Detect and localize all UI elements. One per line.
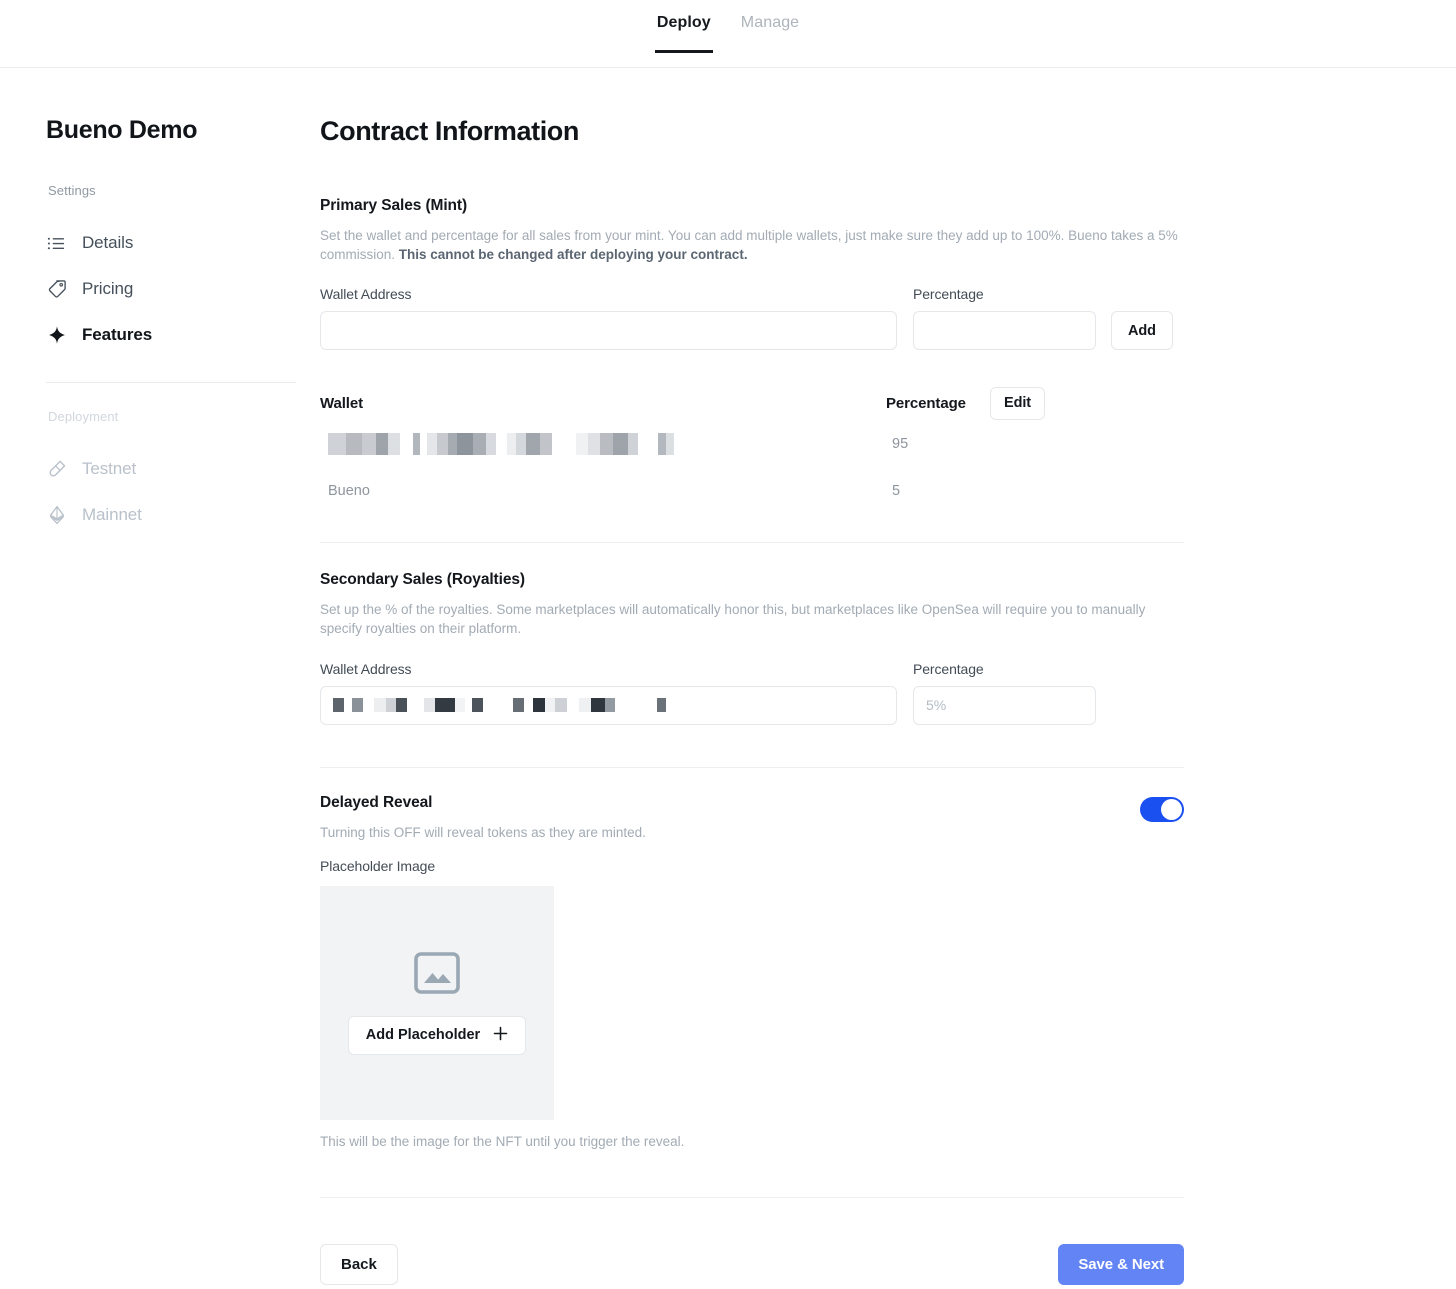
plus-icon	[493, 1026, 508, 1045]
secondary-wallet-input[interactable]	[320, 685, 897, 725]
redaction-blocks	[328, 432, 886, 455]
edit-wallets-button[interactable]: Edit	[990, 386, 1045, 420]
primary-sales-title: Primary Sales (Mint)	[320, 197, 468, 214]
primary-sales-description: Set the wallet and percentage for all sa…	[320, 227, 1184, 264]
table-row-percentage: 5	[892, 482, 901, 499]
secondary-sales-section: Secondary Sales (Royalties) Set up the %…	[320, 571, 1184, 768]
save-and-next-button[interactable]: Save & Next	[1058, 1244, 1184, 1286]
secondary-wallet-label: Wallet Address	[320, 660, 412, 677]
sidebar-group-settings-label: Settings	[48, 183, 96, 198]
add-placeholder-label: Add Placeholder	[365, 1027, 481, 1044]
tab-manage-label: Manage	[740, 13, 800, 31]
tag-icon	[46, 279, 67, 300]
secondary-sales-title: Secondary Sales (Royalties)	[320, 571, 525, 589]
project-title: Bueno Demo	[46, 116, 198, 144]
main-content: Contract Information Primary Sales (Mint…	[320, 116, 1456, 1286]
primary-sales-section: Primary Sales (Mint) Set the wallet and …	[320, 197, 1184, 544]
placeholder-image-caption: This will be the image for the NFT until…	[320, 1134, 685, 1150]
sidebar-item-features-label: Features	[82, 325, 153, 344]
add-wallet-button[interactable]: Add	[1111, 311, 1173, 351]
sidebar-item-testnet-label: Testnet	[82, 459, 137, 478]
sidebar-item-details-label: Details	[82, 233, 134, 252]
page-title: Contract Information	[320, 116, 579, 146]
sidebar-group-deployment-label: Deployment	[48, 409, 119, 424]
sparkle-icon	[46, 325, 67, 346]
toggle-knob	[1161, 798, 1182, 820]
secondary-sales-description: Set up the % of the royalties. Some mark…	[320, 602, 1146, 636]
wallet-table-header: Wallet Percentage Edit	[320, 386, 1184, 420]
section-divider	[320, 766, 1184, 768]
wallet-table: Wallet Percentage Edit 95 Bueno 5	[320, 386, 1184, 514]
primary-percentage-label: Percentage	[913, 286, 984, 303]
delayed-reveal-description: Turning this OFF will reveal tokens as t…	[320, 824, 646, 840]
delayed-reveal-section: Delayed Reveal Turning this OFF will rev…	[320, 794, 1184, 1199]
table-row: Bueno 5	[320, 467, 1184, 514]
ethereum-icon	[46, 505, 67, 526]
primary-wallet-input[interactable]	[320, 311, 897, 351]
primary-sales-input-row: Wallet Address Percentage Add	[320, 286, 1184, 351]
sidebar-item-mainnet-label: Mainnet	[82, 505, 142, 524]
primary-sales-description-warning: This cannot be changed after deploying y…	[398, 246, 748, 262]
sidebar: Bueno Demo Settings Details Pricing Feat…	[0, 116, 320, 1285]
sidebar-divider	[46, 382, 296, 383]
secondary-percentage-label: Percentage	[913, 660, 984, 677]
sidebar-item-testnet[interactable]: Testnet	[46, 446, 320, 492]
form-footer: Back Save & Next	[320, 1244, 1184, 1286]
list-icon	[46, 233, 67, 254]
redaction-blocks	[333, 698, 666, 712]
sidebar-item-pricing[interactable]: Pricing	[46, 266, 320, 312]
wallet-address-redacted	[328, 432, 886, 455]
table-row-wallet: Bueno	[328, 482, 370, 499]
tab-manage[interactable]: Manage	[739, 13, 801, 53]
secondary-sales-input-row: Wallet Address Percentage 5%	[320, 661, 1184, 725]
section-divider	[320, 1197, 1184, 1199]
sidebar-item-pricing-label: Pricing	[82, 279, 134, 298]
top-navigation: Deploy Manage	[0, 0, 1456, 68]
test-tube-icon	[46, 459, 67, 480]
tab-deploy[interactable]: Deploy	[654, 13, 713, 53]
back-button[interactable]: Back	[320, 1244, 398, 1286]
delayed-reveal-toggle[interactable]	[1140, 796, 1184, 822]
table-row-percentage: 95	[892, 435, 909, 452]
sidebar-item-features[interactable]: Features	[46, 312, 320, 358]
sidebar-item-mainnet[interactable]: Mainnet	[46, 492, 320, 538]
placeholder-image-label: Placeholder Image	[320, 858, 436, 875]
add-placeholder-button[interactable]: Add Placeholder	[347, 1015, 527, 1055]
placeholder-image-dropzone[interactable]: Add Placeholder	[320, 886, 554, 1121]
delayed-reveal-title: Delayed Reveal	[320, 793, 433, 811]
primary-wallet-label: Wallet Address	[320, 286, 412, 303]
section-divider	[320, 542, 1184, 544]
secondary-percentage-input[interactable]	[913, 685, 1096, 725]
primary-percentage-input[interactable]	[913, 311, 1096, 351]
page-shell: Bueno Demo Settings Details Pricing Feat…	[0, 68, 1456, 1286]
sidebar-item-details[interactable]: Details	[46, 220, 320, 266]
table-row: 95	[320, 420, 1184, 467]
image-icon	[414, 951, 460, 999]
delayed-reveal-header: Delayed Reveal Turning this OFF will rev…	[320, 794, 1184, 859]
tab-deploy-label: Deploy	[656, 13, 711, 31]
wallet-column-header: Wallet	[320, 394, 364, 412]
percentage-column-header: Percentage	[886, 394, 966, 412]
